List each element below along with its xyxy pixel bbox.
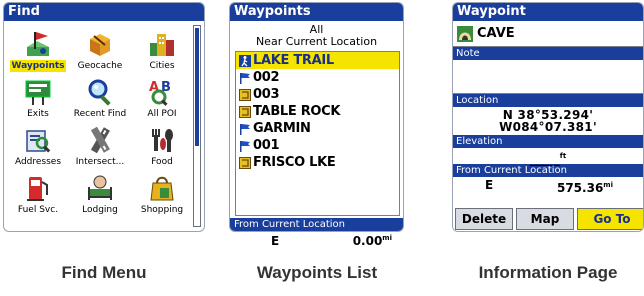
- find-item-label: Waypoints: [10, 60, 66, 72]
- shopping-bag-icon: [150, 176, 174, 201]
- delete-button[interactable]: Delete: [455, 208, 513, 230]
- find-item-cities[interactable]: Cities: [132, 27, 192, 75]
- find-item-exits[interactable]: Exits: [8, 75, 68, 123]
- find-item-recent-find[interactable]: Recent Find: [70, 75, 130, 123]
- elevation-label: Elevation: [453, 135, 643, 148]
- exit-sign-icon: [25, 80, 51, 105]
- waypoints-title: Waypoints: [230, 3, 403, 21]
- lodging-bed-icon: [88, 175, 112, 200]
- waypoints-list-screen: Waypoints All Near Current Location LAKE…: [229, 2, 404, 232]
- note-label: Note: [453, 47, 643, 60]
- intersection-icon: [90, 126, 110, 154]
- caption-waypoints-list: Waypoints List: [256, 263, 378, 282]
- caption-information-page: Information Page: [478, 263, 618, 282]
- waypoint-name-row[interactable]: CAVE: [453, 21, 643, 47]
- find-item-label: Fuel Svc.: [17, 205, 59, 215]
- distance-unit: mi: [382, 234, 392, 242]
- find-title: Find: [4, 3, 204, 21]
- waypoint-name: CAVE: [477, 26, 515, 41]
- waypoint-item[interactable]: FRISCO LKE: [236, 154, 399, 171]
- longitude-value: W084°07.381': [499, 120, 597, 134]
- direction-value: E: [271, 234, 280, 248]
- waypoint-info-screen: Waypoint CAVE Note Location N 38°53.294'…: [452, 2, 644, 232]
- find-item-shopping[interactable]: Shopping: [132, 171, 192, 219]
- magnifier-icon: [88, 79, 111, 106]
- find-item-label: Exits: [27, 109, 49, 119]
- waypoint-name: FRISCO LKE: [253, 155, 336, 170]
- find-item-lodging[interactable]: Lodging: [70, 171, 130, 219]
- blue-flag-icon: [240, 123, 250, 135]
- find-item-geocache[interactable]: Geocache: [70, 27, 130, 75]
- blue-flag-icon: [240, 140, 250, 152]
- find-item-label: Cities: [149, 61, 175, 71]
- blue-flag-icon: [240, 72, 250, 84]
- find-item-label: Food: [151, 157, 173, 167]
- waypoint-item[interactable]: LAKE TRAIL: [236, 52, 399, 69]
- waypoint-list: LAKE TRAIL 002 003 TABLE ROCK GARMIN 001…: [235, 51, 400, 216]
- waypoint-name: LAKE TRAIL: [253, 53, 334, 68]
- distance-group: 0.00mi: [353, 234, 392, 248]
- info-button-row: Delete Map Go To: [453, 207, 643, 231]
- location-label: Location: [453, 94, 643, 107]
- distance-value: 0.00: [352, 234, 383, 248]
- waypoint-item[interactable]: 001: [236, 137, 399, 154]
- trail-symbol-icon: [239, 54, 251, 67]
- waypoint-name: TABLE ROCK: [253, 104, 341, 119]
- elevation-unit: ft: [559, 152, 567, 160]
- find-item-fuel[interactable]: Fuel Svc.: [8, 171, 68, 219]
- waypoint-name: GARMIN: [253, 121, 311, 136]
- all-poi-icon: AB: [149, 80, 171, 106]
- filter-line-2: Near Current Location: [255, 35, 378, 48]
- yellow-cache-icon: [239, 88, 251, 101]
- waypoint-name: 001: [253, 138, 280, 153]
- map-button[interactable]: Map: [516, 208, 574, 230]
- scrollbar-thumb[interactable]: [195, 28, 199, 146]
- info-from-label: From Current Location: [453, 164, 643, 177]
- waypoint-item[interactable]: GARMIN: [236, 120, 399, 137]
- find-item-label: Geocache: [77, 61, 123, 71]
- fuel-pump-icon: [27, 177, 48, 201]
- find-item-waypoints[interactable]: Waypoints: [8, 27, 68, 75]
- note-field[interactable]: [453, 60, 643, 94]
- location-field[interactable]: N 38°53.294' W084°07.381': [453, 107, 643, 135]
- city-buildings-icon: [150, 34, 174, 56]
- find-item-label: Lodging: [82, 205, 118, 215]
- geocache-box-icon: [90, 34, 110, 56]
- info-title: Waypoint: [453, 3, 643, 21]
- waypoint-name: 003: [253, 87, 280, 102]
- waypoint-item[interactable]: 003: [236, 86, 399, 103]
- caption-find-menu: Find Menu: [61, 263, 147, 282]
- from-current-location: From Current Location: [230, 218, 403, 231]
- from-label: From Current Location: [230, 218, 403, 231]
- yellow-cache-icon: [239, 105, 251, 118]
- yellow-cache-icon: [239, 156, 251, 169]
- find-item-label: All POI: [147, 109, 177, 119]
- waypoints-flag-icon: [27, 32, 49, 56]
- distance-unit: mi: [603, 181, 613, 189]
- find-item-addresses[interactable]: Addresses: [8, 123, 68, 171]
- cave-symbol-icon: [457, 25, 473, 42]
- find-menu-screen: Find Waypoints Geocache Cities Exits Rec…: [3, 2, 205, 232]
- elevation-field[interactable]: _____ft: [453, 148, 643, 166]
- find-icon-grid: Waypoints Geocache Cities Exits Recent F…: [8, 27, 192, 219]
- find-item-label: Recent Find: [73, 109, 127, 119]
- address-book-icon: [26, 130, 51, 153]
- waypoint-item[interactable]: 002: [236, 69, 399, 86]
- waypoint-name: 002: [253, 70, 280, 85]
- find-item-all-poi[interactable]: AB All POI: [132, 75, 192, 123]
- waypoints-distance-row: E 0.00mi: [229, 234, 404, 248]
- distance-value: 575.36: [556, 181, 604, 195]
- find-item-label: Intersect...: [75, 157, 125, 167]
- find-scrollbar[interactable]: [193, 25, 201, 227]
- find-item-label: Addresses: [14, 157, 62, 167]
- info-distance-row: E 575.36mi: [453, 177, 643, 195]
- find-item-label: Shopping: [140, 205, 184, 215]
- waypoint-item[interactable]: TABLE ROCK: [236, 103, 399, 120]
- go-to-button[interactable]: Go To: [577, 208, 643, 230]
- direction-value: E: [485, 178, 494, 192]
- find-item-food[interactable]: Food: [132, 123, 192, 171]
- find-item-intersection[interactable]: Intersect...: [70, 123, 130, 171]
- distance-group: 575.36mi: [556, 177, 613, 195]
- food-utensils-icon: [152, 129, 173, 152]
